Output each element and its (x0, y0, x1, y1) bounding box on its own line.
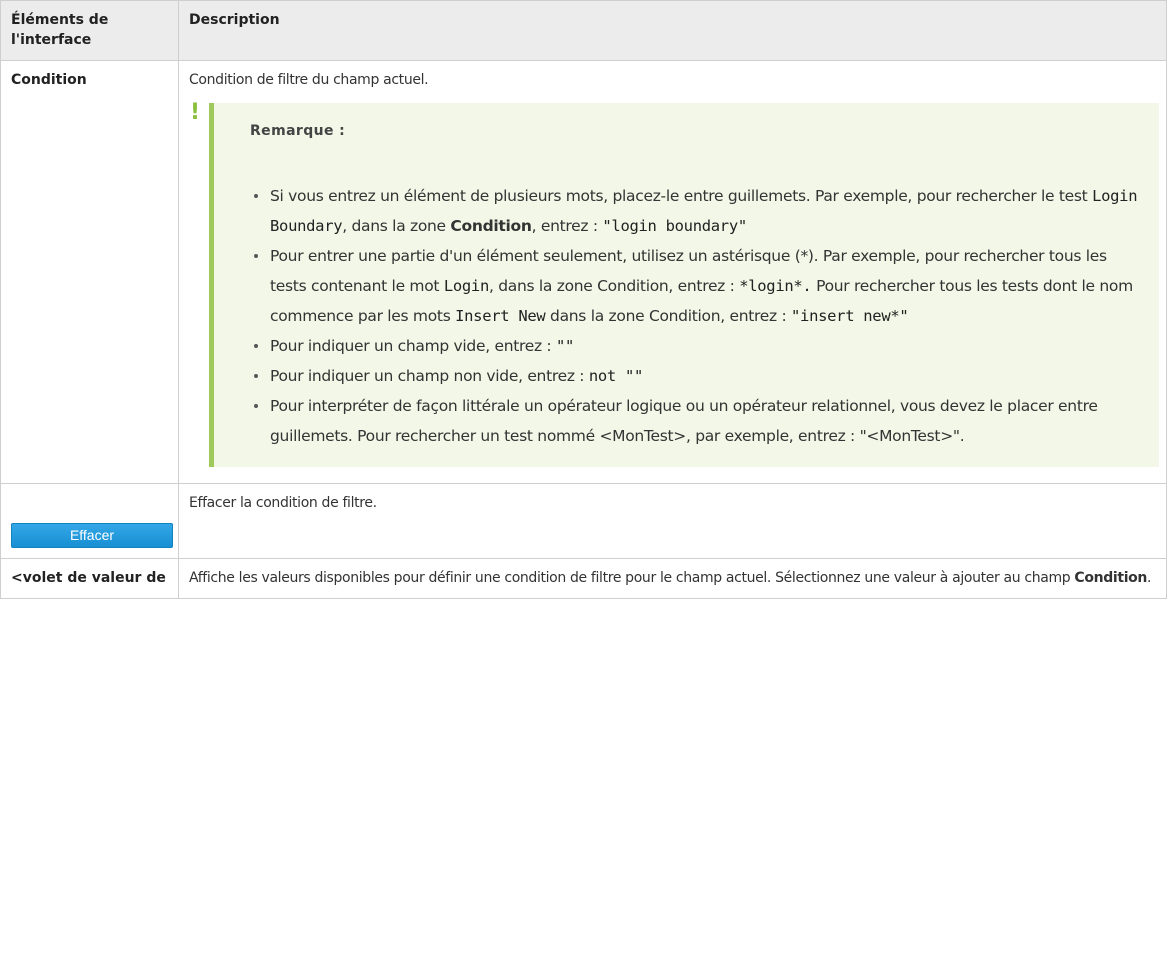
header-description: Description (178, 0, 1167, 61)
code-login: Login (443, 277, 489, 295)
note-text: Pour interpréter de façon littérale un o… (270, 397, 1098, 445)
code-login-wildcard: *login*. (739, 277, 812, 295)
code-insert-new-query: "insert new*" (791, 307, 909, 325)
clear-button[interactable]: Effacer (11, 523, 173, 548)
table-row-value-pane: <volet de valeur de Affiche les valeurs … (0, 558, 1167, 599)
element-cell-clear: Effacer (0, 483, 179, 559)
table-row-clear: Effacer Effacer la condition de filtre. (0, 483, 1167, 559)
note-text: Si vous entrez un élément de plusieurs m… (270, 187, 1093, 205)
description-text: Affiche les valeurs disponibles pour déf… (189, 570, 1075, 586)
note-item-literal-operator: Pour interpréter de façon littérale un o… (254, 391, 1139, 451)
note-item-empty-field: Pour indiquer un champ vide, entrez : "" (254, 331, 1139, 361)
header-elements: Éléments de l'interface (0, 0, 179, 61)
note-text: , dans la zone Condition, entrez : (489, 277, 740, 295)
code-not-empty: not "" (588, 367, 644, 385)
note-title: Remarque : (250, 123, 346, 139)
note-item-multiword: Si vous entrez un élément de plusieurs m… (254, 181, 1139, 241)
note-item-asterisk: Pour entrer une partie d'un élément seul… (254, 241, 1139, 331)
code-insert-new: Insert New (455, 307, 546, 325)
code-login-boundary-query: "login boundary" (602, 217, 747, 235)
element-name-value-pane: <volet de valeur de (0, 558, 179, 599)
table-row-condition: Condition Condition de filtre du champ a… (0, 60, 1167, 484)
condition-description: Condition de filtre du champ actuel. (189, 72, 429, 88)
value-pane-description: Affiche les valeurs disponibles pour déf… (189, 568, 1159, 588)
description-cell-condition: Condition de filtre du champ actuel. ! R… (178, 60, 1167, 484)
note-item-non-empty-field: Pour indiquer un champ non vide, entrez … (254, 361, 1139, 391)
note-text: Pour indiquer un champ vide, entrez : (270, 337, 556, 355)
clear-description: Effacer la condition de filtre. (189, 495, 377, 511)
code-empty-quotes: "" (555, 337, 575, 355)
note-text: dans la zone Condition, entrez : (545, 307, 791, 325)
bold-condition: Condition (1074, 570, 1148, 586)
note-list: Si vous entrez un élément de plusieurs m… (250, 181, 1139, 451)
note-box: ! Remarque : Si vous entrez un élément d… (190, 102, 1159, 467)
element-name-condition: Condition (0, 60, 179, 484)
bold-condition: Condition (450, 217, 532, 235)
description-cell-value-pane: Affiche les valeurs disponibles pour déf… (178, 558, 1167, 599)
note-text: Pour indiquer un champ non vide, entrez … (270, 367, 589, 385)
ui-elements-table: Éléments de l'interface Description Cond… (0, 0, 1167, 599)
note-text: , dans la zone (342, 217, 451, 235)
exclamation-icon: ! (190, 100, 201, 125)
description-cell-clear: Effacer la condition de filtre. (178, 483, 1167, 559)
description-text: . (1147, 570, 1152, 586)
note-text: , entrez : (531, 217, 603, 235)
table-header-row: Éléments de l'interface Description (0, 0, 1167, 61)
